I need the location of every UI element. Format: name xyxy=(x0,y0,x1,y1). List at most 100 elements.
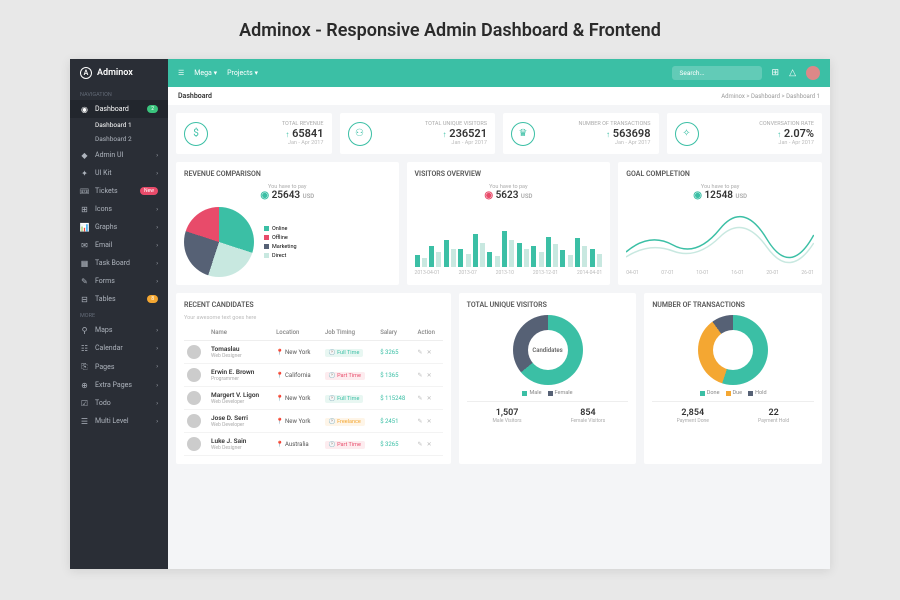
table-row[interactable]: Erwin E. BrownProgrammer📍 California🕐 Pa… xyxy=(184,364,443,387)
nav-icon: ☰ xyxy=(80,417,89,426)
stat-icon: ⚇ xyxy=(348,122,372,146)
sidebar-item-todo[interactable]: ☑Todo› xyxy=(70,394,168,412)
sidebar-subitem[interactable]: Dashboard 1 xyxy=(70,118,168,132)
chevron-right-icon: › xyxy=(156,260,158,267)
nav-badge: 8 xyxy=(147,295,158,303)
hamburger-icon[interactable]: ☰ xyxy=(178,69,184,77)
projects-menu[interactable]: Projects ▾ xyxy=(227,69,258,77)
delete-icon[interactable]: ✕ xyxy=(427,418,432,425)
stat-icon: ✧ xyxy=(675,122,699,146)
chevron-right-icon: › xyxy=(156,224,158,231)
nav-icon: ⚲ xyxy=(80,326,89,335)
app-window: A Adminox NAVIGATION ◉Dashboard2Dashboar… xyxy=(70,59,830,569)
brand-logo[interactable]: A Adminox xyxy=(70,59,168,87)
donut2-card: NUMBER OF TRANSACTIONS DoneDueHold 2,854… xyxy=(644,293,822,464)
sidebar-item-tables[interactable]: ⊟Tables8 xyxy=(70,290,168,308)
nav-icon: ✉ xyxy=(80,241,89,250)
visitors-value: 5623 xyxy=(496,190,519,201)
delete-icon[interactable]: ✕ xyxy=(427,349,432,356)
nav-badge: 2 xyxy=(147,105,158,113)
nav-icon: ◆ xyxy=(80,151,89,160)
table-row[interactable]: Luke J. SainWeb Designer📍 Australia🕐 Par… xyxy=(184,433,443,456)
search-input[interactable]: Search... xyxy=(672,66,762,80)
bell-icon[interactable]: △ xyxy=(789,68,796,78)
sidebar-subitem[interactable]: Dashboard 2 xyxy=(70,132,168,146)
candidates-card: RECENT CANDIDATES Your awesome text goes… xyxy=(176,293,451,464)
sidebar-item-extra-pages[interactable]: ⊕Extra Pages› xyxy=(70,376,168,394)
chevron-right-icon: › xyxy=(156,400,158,407)
delete-icon[interactable]: ✕ xyxy=(427,372,432,379)
candidates-title: RECENT CANDIDATES xyxy=(184,301,443,309)
sidebar-item-ui-kit[interactable]: ✦UI Kit› xyxy=(70,164,168,182)
visitors-donut-chart: Candidates xyxy=(513,315,583,385)
chevron-right-icon: › xyxy=(156,170,158,177)
edit-icon[interactable]: ✎ xyxy=(418,441,423,448)
sidebar-item-tickets[interactable]: 🎟TicketsNew xyxy=(70,182,168,200)
avatar xyxy=(187,437,201,451)
visitors-bar-chart xyxy=(415,207,603,267)
sidebar-item-icons[interactable]: ⊞Icons› xyxy=(70,200,168,218)
goal-line-chart xyxy=(626,207,814,267)
chevron-right-icon: › xyxy=(156,242,158,249)
sidebar-item-email[interactable]: ✉Email› xyxy=(70,236,168,254)
sidebar-item-maps[interactable]: ⚲Maps› xyxy=(70,321,168,339)
avatar xyxy=(187,345,201,359)
sidebar-item-forms[interactable]: ✎Forms› xyxy=(70,272,168,290)
chevron-right-icon: › xyxy=(156,363,158,370)
stat-card: $TOTAL REVENUE↑ 65841Jan - Apr 2017 xyxy=(176,113,332,154)
stat-card: ✧CONVERSATION RATE↑ 2.07%Jan - Apr 2017 xyxy=(667,113,823,154)
edit-icon[interactable]: ✎ xyxy=(418,418,423,425)
nav-icon: ⊟ xyxy=(80,295,89,304)
sidebar-item-graphs[interactable]: 📊Graphs› xyxy=(70,218,168,236)
topbar: ☰ Mega ▾ Projects ▾ Search... ⊞ △ xyxy=(168,59,830,87)
edit-icon[interactable]: ✎ xyxy=(418,349,423,356)
delete-icon[interactable]: ✕ xyxy=(427,441,432,448)
chevron-right-icon: › xyxy=(156,382,158,389)
stat-icon: ♛ xyxy=(511,122,535,146)
table-row[interactable]: TomaslauWeb Designer📍 New York🕐 Full Tim… xyxy=(184,341,443,364)
candidates-subtitle: Your awesome text goes here xyxy=(184,315,443,321)
revenue-title: REVENUE COMPARISON xyxy=(184,170,391,178)
goal-value: 12548 xyxy=(704,190,733,201)
brand-name: Adminox xyxy=(97,68,133,78)
table-row[interactable]: Margert V. LigonWeb Developer📍 New York🕐… xyxy=(184,387,443,410)
sidebar-item-task-board[interactable]: ▦Task Board› xyxy=(70,254,168,272)
main-area: ☰ Mega ▾ Projects ▾ Search... ⊞ △ Dashbo… xyxy=(168,59,830,569)
sidebar-item-dashboard[interactable]: ◉Dashboard2 xyxy=(70,100,168,118)
visitors-card: VISITORS OVERVIEW You have to pay ◉ 5623… xyxy=(407,162,611,285)
delete-icon[interactable]: ✕ xyxy=(427,395,432,402)
nav-icon: 🎟 xyxy=(80,187,89,196)
nav-icon: ☷ xyxy=(80,344,89,353)
sidebar-item-pages[interactable]: ⎘Pages› xyxy=(70,357,168,376)
sidebar-item-multi-level[interactable]: ☰Multi Level› xyxy=(70,412,168,430)
sidebar-item-admin-ui[interactable]: ◆Admin UI› xyxy=(70,146,168,164)
stat-card: ⚇TOTAL UNIQUE VISITORS↑ 236521Jan - Apr … xyxy=(340,113,496,154)
mega-menu[interactable]: Mega ▾ xyxy=(194,69,217,77)
user-avatar[interactable] xyxy=(806,66,820,80)
candidates-table: NameLocationJob TimingSalaryAction Tomas… xyxy=(184,325,443,456)
nav-icon: ◉ xyxy=(80,105,89,114)
avatar xyxy=(187,391,201,405)
chevron-right-icon: › xyxy=(156,152,158,159)
chevron-right-icon: › xyxy=(156,278,158,285)
nav-icon: ⎘ xyxy=(80,362,89,372)
avatar xyxy=(187,414,201,428)
nav-icon: ⊞ xyxy=(80,205,89,214)
chevron-right-icon: › xyxy=(156,418,158,425)
sidebar: A Adminox NAVIGATION ◉Dashboard2Dashboar… xyxy=(70,59,168,569)
page-title: Dashboard xyxy=(178,92,212,100)
sidebar-item-calendar[interactable]: ☷Calendar› xyxy=(70,339,168,357)
donut1-card: TOTAL UNIQUE VISITORS Candidates MaleFem… xyxy=(459,293,637,464)
table-row[interactable]: Jose D. SerriWeb Developer📍 New York🕐 Fr… xyxy=(184,410,443,433)
avatar xyxy=(187,368,201,382)
visitors-title: VISITORS OVERVIEW xyxy=(415,170,603,178)
chevron-right-icon: › xyxy=(156,206,158,213)
breadcrumb: Dashboard Adminox > Dashboard > Dashboar… xyxy=(168,87,830,105)
revenue-legend: OnlineOfflineMarketingDirect xyxy=(264,226,297,259)
nav-section-more: MORE xyxy=(70,308,168,321)
nav-icon: ⊕ xyxy=(80,381,89,390)
content: $TOTAL REVENUE↑ 65841Jan - Apr 2017⚇TOTA… xyxy=(168,105,830,569)
edit-icon[interactable]: ✎ xyxy=(418,395,423,402)
edit-icon[interactable]: ✎ xyxy=(418,372,423,379)
grid-icon[interactable]: ⊞ xyxy=(772,68,780,78)
